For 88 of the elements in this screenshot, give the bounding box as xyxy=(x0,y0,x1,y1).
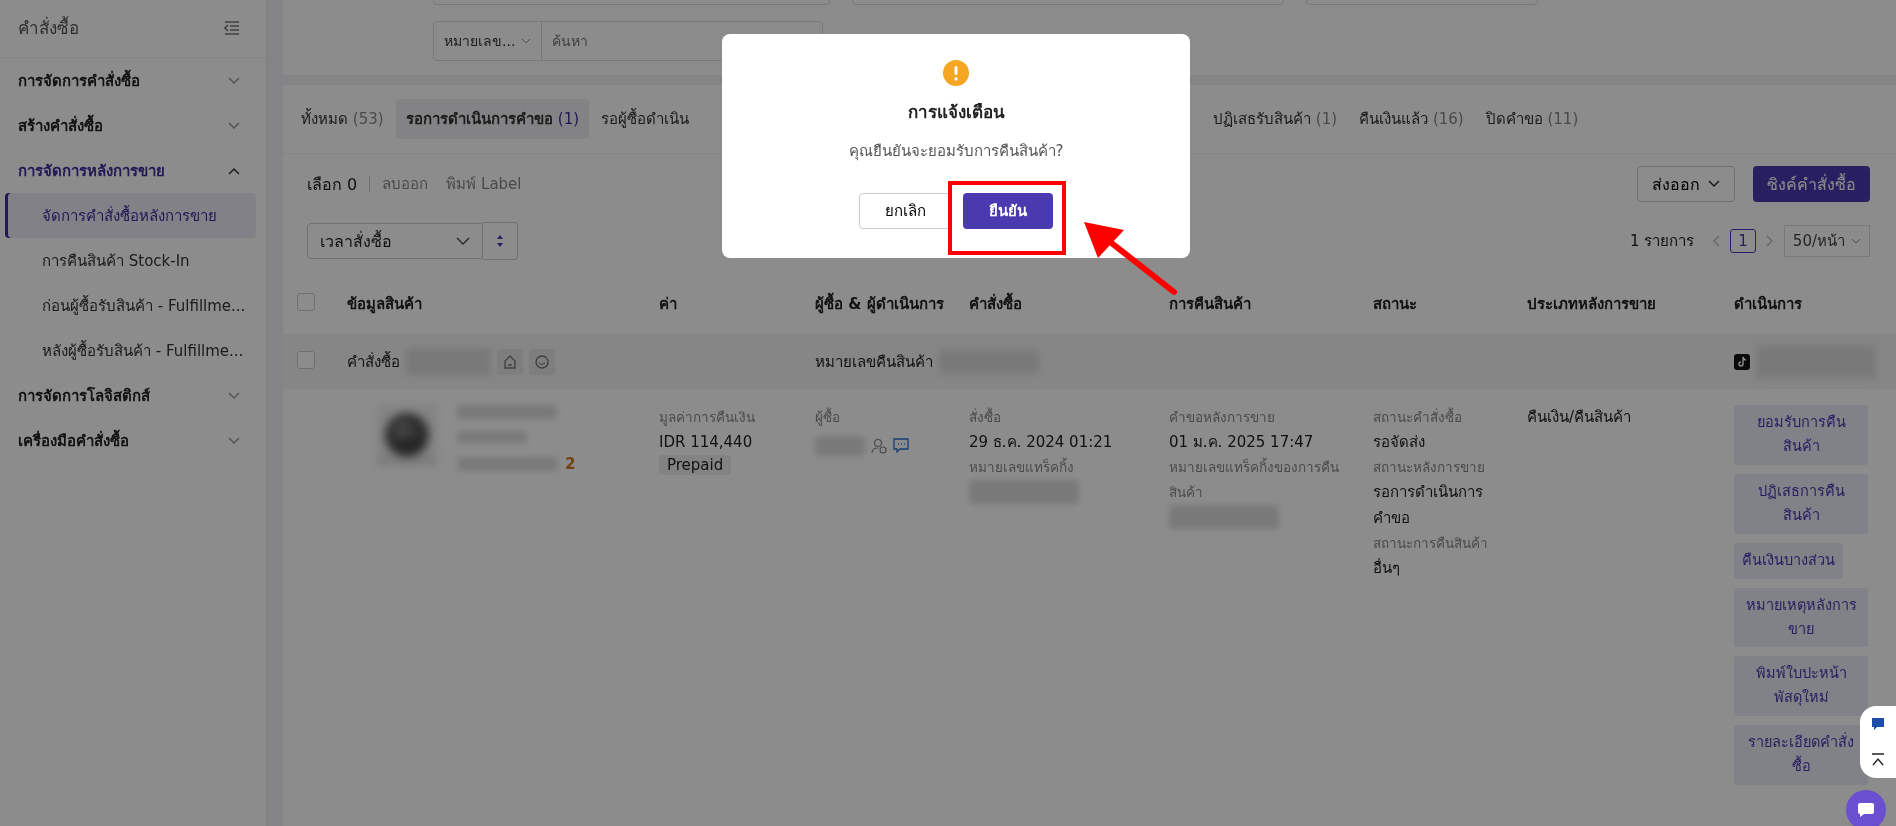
toolbar-action[interactable]: ลบออก xyxy=(382,172,429,196)
sidebar-item[interactable]: จัดการคำสั่งซื้อหลังการขาย xyxy=(5,193,256,238)
page-number[interactable]: 1 xyxy=(1730,229,1756,253)
action-button[interactable]: หมายเหตุหลังการขาย xyxy=(1734,587,1868,648)
chevron-down-icon xyxy=(1708,180,1720,188)
collapse-icon[interactable] xyxy=(224,20,240,35)
shop-icon xyxy=(1734,354,1750,370)
tab[interactable]: คืนเงินแล้ว (16) xyxy=(1349,99,1474,139)
page-size-dropdown[interactable]: 50/หน้า xyxy=(1783,225,1870,257)
feedback-icon[interactable] xyxy=(1871,717,1885,731)
order-date-label: สั่งซื้อ xyxy=(969,406,1001,427)
chevron-down-icon xyxy=(1851,238,1861,244)
status-label: สถานะหลังการขาย xyxy=(1373,458,1485,478)
sync-orders-button[interactable]: ซิงค์คำสั่งซื้อ xyxy=(1753,166,1870,202)
sidebar-group[interactable]: การจัดการโลจิสติกส์ xyxy=(0,373,266,418)
chat-icon[interactable] xyxy=(893,438,909,454)
status-label: สถานะการคืนสินค้า xyxy=(1373,534,1488,554)
export-button[interactable]: ส่งออก xyxy=(1637,166,1735,202)
sidebar-group[interactable]: เครื่องมือคำสั่งซื้อ xyxy=(0,418,266,463)
sidebar-item[interactable]: การคืนสินค้า Stock-In xyxy=(5,238,256,283)
column-header: ค่า xyxy=(659,294,678,315)
return-number-label: หมายเลขคืนสินค้า xyxy=(815,352,933,373)
column-header: การคืนสินค้า xyxy=(1169,294,1252,315)
toolbar-action[interactable]: พิมพ์ Label xyxy=(446,172,522,196)
cancel-button[interactable]: ยกเลิก xyxy=(859,193,951,229)
column-header: ประเภทหลังการขาย xyxy=(1527,294,1657,315)
quantity: 2 xyxy=(565,455,576,473)
sidebar-group[interactable]: การจัดการหลังการขาย xyxy=(0,148,266,193)
return-tracking-label: หมายเลขแทร็คกิ้งของการคืนสินค้า xyxy=(1169,456,1340,503)
action-button[interactable]: ปฏิเสธการคืนสินค้า xyxy=(1734,473,1868,534)
sort-order-button[interactable] xyxy=(483,222,518,260)
back-to-top-icon[interactable] xyxy=(1871,753,1885,767)
total-count: 1 รายการ xyxy=(1630,231,1695,252)
column-header: สถานะ xyxy=(1373,294,1418,315)
request-date: 01 ม.ค. 2025 17:47 xyxy=(1169,431,1314,453)
tab[interactable]: ปิดคำขอ (11) xyxy=(1475,99,1589,139)
action-button[interactable]: ยอมรับการคืนสินค้า xyxy=(1734,405,1868,465)
sidebar-title: คำสั่งซื้อ xyxy=(18,15,79,40)
dialog-message: คุณยืนยันจะยอมรับการคืนสินค้า? xyxy=(848,141,1064,163)
status-value: อื่นๆ xyxy=(1373,557,1400,580)
payment-tag: Prepaid xyxy=(659,455,732,476)
sidebar-item[interactable]: ก่อนผู้ซื้อรับสินค้า - Fulfillme... xyxy=(5,283,256,328)
refund-amount-label: มูลค่าการคืนเงิน xyxy=(659,408,755,428)
column-header: ผู้ซื้อ & ผู้ดำเนินการ xyxy=(815,292,969,316)
buyer-label: ผู้ซื้อ xyxy=(815,406,840,428)
column-header: ดำเนินการ xyxy=(1734,294,1803,315)
tab[interactable]: รอการดำเนินการคำขอ (1) xyxy=(395,99,590,139)
search-type-dropdown[interactable]: หมายเลข... xyxy=(434,22,543,60)
checkbox[interactable] xyxy=(297,293,315,311)
action-button[interactable]: คืนเงินบางส่วน xyxy=(1734,542,1843,579)
request-label: คำขอหลังการขาย xyxy=(1169,408,1275,427)
warning-icon xyxy=(943,60,969,86)
after-sale-type: คืนเงิน/คืนสินค้า xyxy=(1527,407,1632,428)
confirm-button[interactable]: ยืนยัน xyxy=(963,193,1053,229)
dialog-title: การแจ้งเตือน xyxy=(907,101,1005,124)
sidebar-item[interactable]: หลังผู้ซื้อรับสินค้า - Fulfillme... xyxy=(5,328,256,373)
tracking-label: หมายเลขแทร็คกิ้ง xyxy=(969,456,1074,478)
chevron-down-icon xyxy=(228,121,240,130)
column-header: คำสั่งซื้อ xyxy=(969,292,1169,316)
column-header: ข้อมูลสินค้า xyxy=(347,294,423,316)
status-label: สถานะคำสั่งซื้อ xyxy=(1373,406,1462,427)
sidebar-group[interactable]: การจัดการคำสั่งซื้อ xyxy=(0,58,266,103)
sort-arrows-icon xyxy=(496,234,504,248)
refund-amount: IDR 114,440 xyxy=(659,431,753,453)
user-icon[interactable] xyxy=(871,437,887,454)
selected-count: เลือก 0 xyxy=(307,173,358,196)
action-button[interactable]: พิมพ์ใบปะหน้าพัสดุใหม่ xyxy=(1734,656,1868,717)
checkbox[interactable] xyxy=(297,351,315,369)
sort-dropdown[interactable]: เวลาสั่งซื้อ xyxy=(307,223,483,259)
previous-page-icon[interactable] xyxy=(1712,235,1721,247)
status-value: รอการดำเนินการคำขอ xyxy=(1373,482,1484,529)
chevron-up-icon xyxy=(228,166,240,175)
chevron-down-icon xyxy=(228,391,240,400)
status-value: รอจัดส่ง xyxy=(1373,431,1425,453)
chat-icon xyxy=(1857,802,1875,818)
chevron-down-icon xyxy=(521,38,532,44)
chevron-down-icon xyxy=(228,436,240,445)
support-icon[interactable] xyxy=(529,349,555,375)
tab[interactable]: ปฏิเสธรับสินค้า (1) xyxy=(1203,99,1348,139)
next-page-icon[interactable] xyxy=(1765,235,1774,247)
chevron-down-icon xyxy=(456,237,470,245)
chevron-down-icon xyxy=(228,76,240,85)
sidebar-group[interactable]: สร้างคำสั่งซื้อ xyxy=(0,103,266,148)
order-label: คำสั่งซื้อ xyxy=(347,350,400,373)
return-icon[interactable] xyxy=(497,349,523,375)
tab[interactable]: ทั้งหมด (53) xyxy=(291,99,394,139)
order-date: 29 ธ.ค. 2024 01:21 xyxy=(969,431,1113,453)
action-button[interactable]: รายละเอียดคำสั่งซื้อ xyxy=(1734,725,1868,786)
